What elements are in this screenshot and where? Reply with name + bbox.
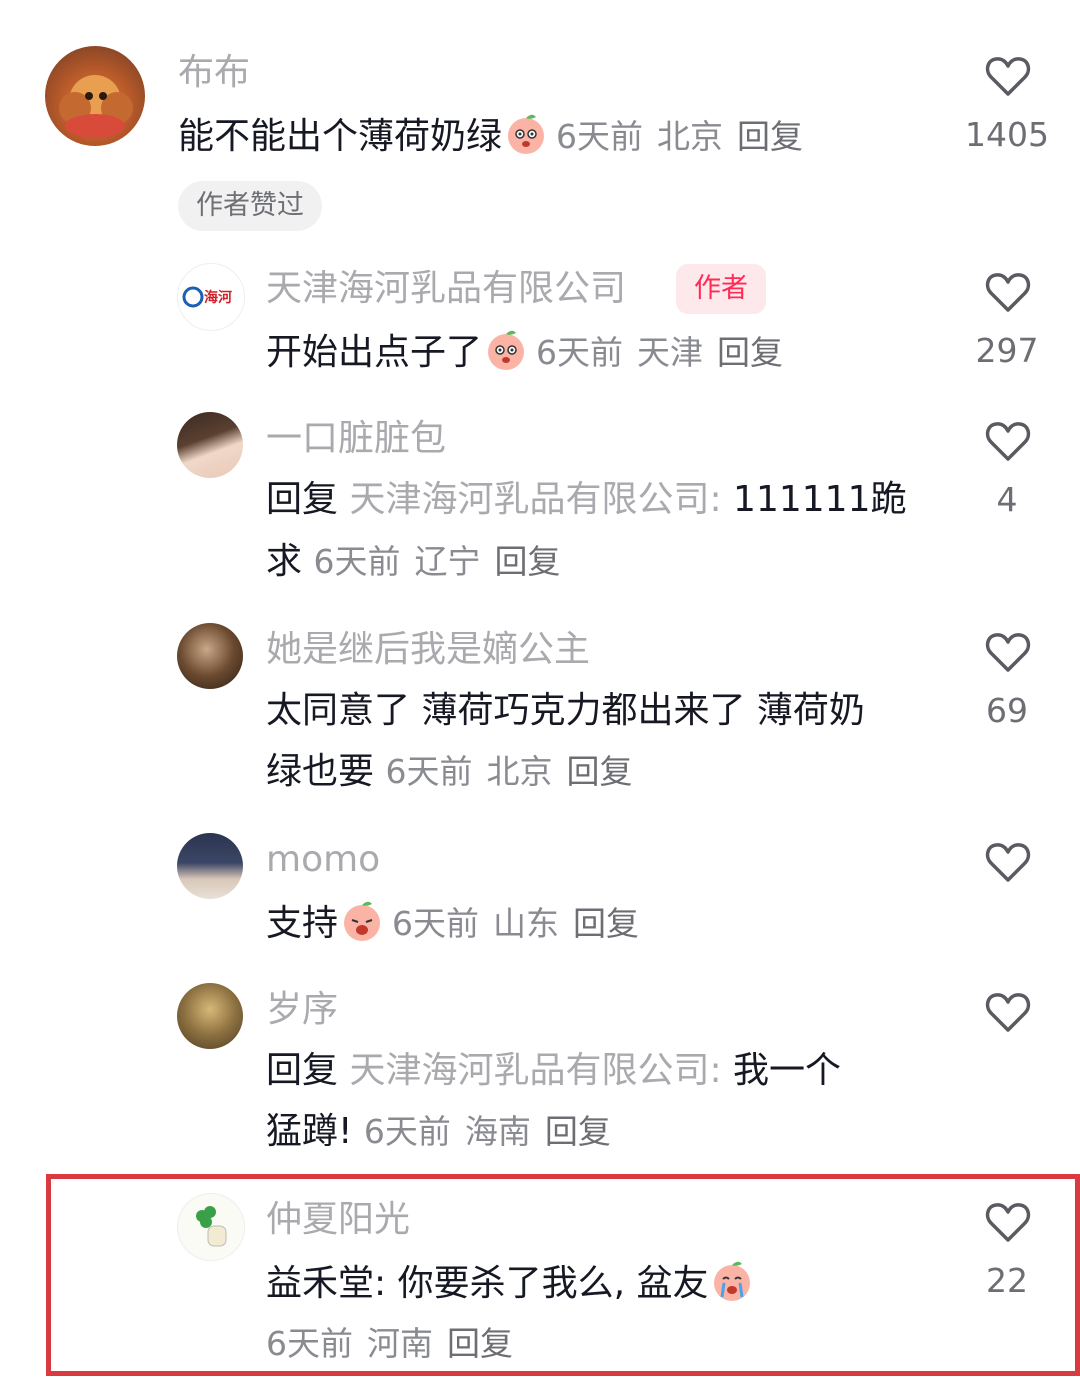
heart-icon[interactable] <box>984 419 1032 463</box>
avatar[interactable] <box>177 833 243 899</box>
heart-icon[interactable] <box>984 1200 1032 1244</box>
comment-text: 回复 天津海河乳品有限公司: 111111跪 <box>266 478 906 522</box>
like-count: 69 <box>986 691 1028 730</box>
comment-body: 求 <box>266 541 303 582</box>
comment-body: 能不能出个薄荷奶绿 <box>178 116 503 157</box>
reply-button[interactable]: 回复 <box>494 542 560 581</box>
heart-icon[interactable] <box>984 840 1032 884</box>
reply-button[interactable]: 回复 <box>447 1324 513 1363</box>
author-tag: 作者 <box>676 264 766 314</box>
comment-location: 山东 <box>493 904 560 943</box>
comment-username[interactable]: 岁序 <box>266 989 338 1031</box>
comment-username[interactable]: 布布 <box>178 52 250 94</box>
reply-target-link[interactable]: 天津海河乳品有限公司: <box>349 1050 721 1091</box>
comment-text: 回复 天津海河乳品有限公司: 我一个 <box>266 1049 841 1093</box>
like-count: 297 <box>975 331 1039 370</box>
reply-prefix: 回复 <box>266 479 339 520</box>
heart-icon[interactable] <box>984 630 1032 674</box>
clover-icon <box>196 1206 227 1247</box>
comment-body: 111111跪 <box>721 479 907 520</box>
comment-time: 6天前 <box>556 117 644 156</box>
avatar[interactable] <box>177 983 243 1049</box>
comment-location: 天津 <box>637 333 704 372</box>
comment-body: 我一个 <box>721 1050 842 1091</box>
comment-meta: 6天前 河南 回复 <box>266 1322 527 1366</box>
comment-body: 绿也要 <box>266 751 375 792</box>
reply-button[interactable]: 回复 <box>737 117 803 156</box>
peach-face-emoji <box>344 901 381 941</box>
comment-text-line2: 猛蹲! 6天前 海南 回复 <box>266 1110 625 1154</box>
brand-logo-icon: 海河 <box>182 286 232 308</box>
comment-text-line2: 绿也要 6天前 北京 回复 <box>266 750 646 794</box>
comment-location: 辽宁 <box>414 542 481 581</box>
author-liked-badge: 作者赞过 <box>178 181 322 231</box>
comment-time: 6天前 <box>385 752 473 791</box>
crying-peach-emoji <box>714 1261 751 1301</box>
comment-location: 北京 <box>486 752 553 791</box>
reply-prefix: 回复 <box>266 1050 339 1091</box>
comment-location: 海南 <box>464 1112 531 1151</box>
comment-time: 6天前 <box>363 1112 451 1151</box>
comment-text: 开始出点子了 6天前 天津 回复 <box>266 328 797 375</box>
reply-button[interactable]: 回复 <box>717 333 783 372</box>
comment-username[interactable]: momo <box>266 839 380 881</box>
avatar[interactable]: 海河 <box>177 263 245 331</box>
comment-text: 太同意了 薄荷巧克力都出来了 薄荷奶 <box>266 690 865 731</box>
heart-icon[interactable] <box>984 990 1032 1034</box>
avatar[interactable] <box>177 412 243 478</box>
comment-location: 北京 <box>657 117 724 156</box>
svg-text:海河: 海河 <box>204 289 232 306</box>
like-count: 1405 <box>965 115 1049 154</box>
comment-text: 能不能出个薄荷奶绿 6天前 北京 回复 <box>178 112 817 159</box>
reply-button[interactable]: 回复 <box>573 904 639 943</box>
avatar[interactable] <box>177 623 243 689</box>
comment-time: 6天前 <box>313 542 401 581</box>
comment-time: 6天前 <box>536 333 624 372</box>
comment-text-line2: 求 6天前 辽宁 回复 <box>266 540 574 584</box>
like-count: 4 <box>996 480 1018 519</box>
avatar[interactable] <box>45 46 145 146</box>
comment-text: 益禾堂: 你要杀了我么, 盆友 <box>266 1259 762 1306</box>
reply-button[interactable]: 回复 <box>545 1112 611 1151</box>
comment-username[interactable]: 天津海河乳品有限公司 <box>266 268 626 310</box>
comment-username[interactable]: 她是继后我是嫡公主 <box>266 629 590 671</box>
heart-icon[interactable] <box>984 270 1032 314</box>
comment-time: 6天前 <box>266 1324 353 1363</box>
peach-face-emoji <box>508 114 545 154</box>
comment-body: 开始出点子了 <box>266 332 483 373</box>
comment-location: 河南 <box>367 1324 433 1363</box>
comment-username[interactable]: 一口脏脏包 <box>266 418 446 460</box>
comment-username[interactable]: 仲夏阳光 <box>266 1199 410 1241</box>
avatar[interactable] <box>177 1193 245 1261</box>
peach-face-emoji <box>488 330 525 370</box>
comment-body: 猛蹲! <box>266 1111 353 1152</box>
reply-target-link[interactable]: 天津海河乳品有限公司: <box>349 479 721 520</box>
comment-text: 支持 6天前 山东 回复 <box>266 899 653 946</box>
comment-time: 6天前 <box>392 904 480 943</box>
heart-icon[interactable] <box>984 54 1032 98</box>
reply-button[interactable]: 回复 <box>566 752 632 791</box>
like-count: 22 <box>986 1261 1028 1300</box>
comment-body: 支持 <box>266 903 339 944</box>
comment-body: 益禾堂: 你要杀了我么, 盆友 <box>266 1263 709 1304</box>
avatar-image <box>59 75 133 138</box>
